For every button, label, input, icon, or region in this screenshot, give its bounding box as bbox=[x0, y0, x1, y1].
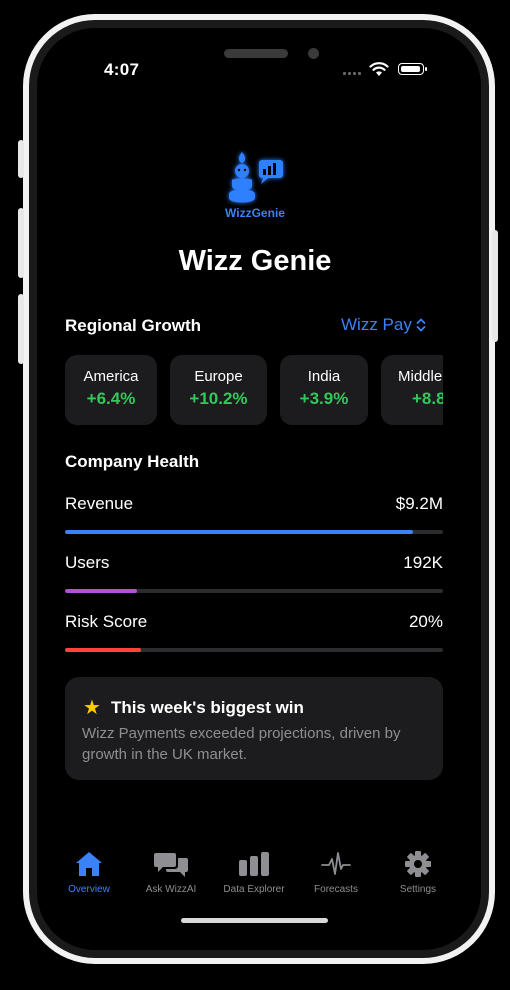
home-indicator[interactable] bbox=[181, 918, 328, 923]
cellular-signal-icon bbox=[343, 72, 361, 75]
volume-down-button bbox=[18, 294, 24, 364]
weekly-win-heading: ★ This week's biggest win bbox=[83, 695, 304, 720]
region-card[interactable]: Middle +8.8 bbox=[381, 355, 443, 425]
region-growth: +8.8 bbox=[412, 389, 443, 408]
front-camera bbox=[308, 48, 319, 59]
users-progress-bar bbox=[65, 589, 443, 593]
star-icon: ★ bbox=[83, 697, 101, 719]
page-title: Wizz Genie bbox=[178, 245, 332, 277]
revenue-progress-bar bbox=[65, 530, 443, 534]
region-name: Middle bbox=[398, 368, 443, 385]
region-name: Europe bbox=[194, 368, 243, 385]
product-selector-label: Wizz Pay bbox=[341, 315, 412, 334]
company-health-title: Company Health bbox=[65, 452, 200, 471]
tab-data-explorer[interactable]: Data Explorer bbox=[209, 850, 299, 895]
tab-ask-wizzai[interactable]: Ask WizzAI bbox=[126, 850, 216, 895]
chat-bubbles-icon bbox=[154, 853, 188, 877]
region-name: India bbox=[307, 368, 341, 385]
risk-score-progress-fill bbox=[65, 648, 141, 652]
region-name: America bbox=[83, 368, 139, 385]
risk-score-value: 20% bbox=[408, 612, 443, 631]
tab-overview[interactable]: Overview bbox=[44, 850, 134, 895]
users-progress-fill bbox=[65, 589, 137, 593]
chevron-up-down-icon bbox=[416, 318, 426, 332]
region-growth: +6.4% bbox=[86, 389, 136, 408]
tab-label: Data Explorer bbox=[223, 884, 285, 895]
weekly-win-title: This week's biggest win bbox=[110, 697, 304, 717]
home-icon bbox=[76, 852, 102, 876]
tab-label: Forecasts bbox=[314, 884, 358, 895]
tab-label: Ask WizzAI bbox=[145, 884, 197, 895]
gear-icon bbox=[405, 851, 431, 877]
tab-forecasts[interactable]: Forecasts bbox=[291, 850, 381, 895]
status-time: 4:07 bbox=[104, 60, 140, 79]
tab-settings[interactable]: Settings bbox=[373, 850, 463, 895]
region-growth: +10.2% bbox=[189, 389, 248, 408]
speaker-grille bbox=[224, 49, 288, 58]
mute-switch bbox=[18, 140, 24, 178]
regional-growth-title: Regional Growth bbox=[65, 316, 201, 335]
revenue-value: $9.2M bbox=[395, 494, 443, 513]
risk-score-label: Risk Score bbox=[65, 612, 148, 631]
revenue-progress-fill bbox=[65, 530, 413, 534]
risk-score-progress-bar bbox=[65, 648, 443, 652]
region-card[interactable]: America +6.4% bbox=[65, 355, 157, 425]
region-growth: +3.9% bbox=[299, 389, 349, 408]
battery-icon bbox=[398, 63, 427, 75]
wifi-icon bbox=[369, 62, 389, 76]
region-card[interactable]: Europe +10.2% bbox=[170, 355, 267, 425]
weekly-win-description: Wizz Payments exceeded projections, driv… bbox=[82, 725, 401, 763]
revenue-label: Revenue bbox=[65, 494, 134, 513]
users-value: 192K bbox=[403, 553, 443, 572]
bar-chart-icon bbox=[239, 852, 269, 876]
weekly-win-card[interactable]: ★ This week's biggest win Wizz Payments … bbox=[65, 677, 443, 780]
region-card[interactable]: India +3.9% bbox=[280, 355, 368, 425]
product-selector[interactable]: Wizz Pay bbox=[341, 315, 426, 335]
tab-label: Overview bbox=[68, 884, 110, 895]
region-cards-scroll[interactable]: America +6.4% Europe +10.2% India +3.9% … bbox=[65, 355, 443, 425]
waveform-icon bbox=[321, 852, 351, 875]
users-label: Users bbox=[65, 553, 110, 572]
logo-wordmark: WizzGenie bbox=[225, 206, 285, 220]
tab-label: Settings bbox=[399, 884, 437, 895]
